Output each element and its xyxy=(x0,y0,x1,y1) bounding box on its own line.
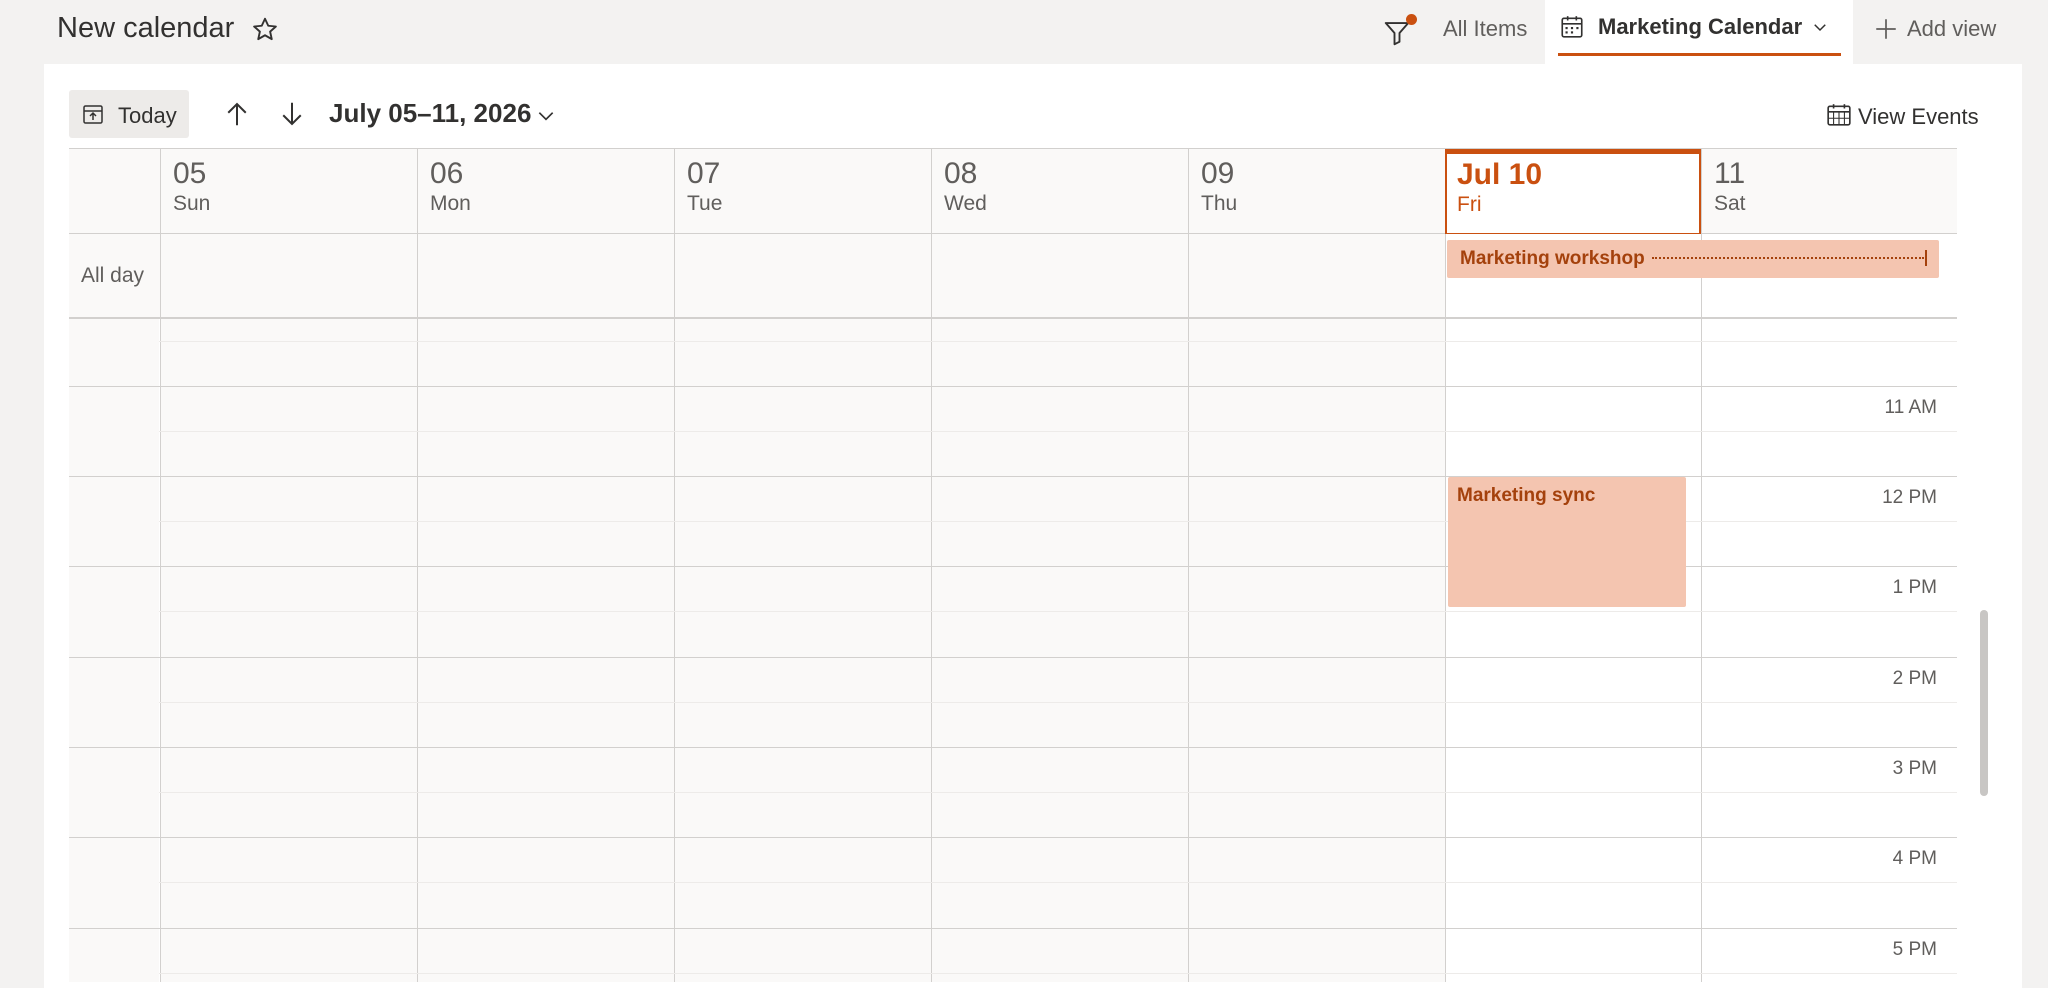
half-hour-line xyxy=(159,521,1957,522)
time-grid: 11 AM 12 PM 1 PM 2 PM 3 PM 4 PM 5 PM Mar… xyxy=(69,319,1957,982)
calendar-icon xyxy=(1827,104,1851,126)
day-name: Fri xyxy=(1457,193,1482,216)
day-header-sun[interactable]: 05 Sun xyxy=(160,149,417,235)
time-label-3pm: 3 PM xyxy=(1892,758,1937,779)
page-title: New calendar xyxy=(57,12,235,44)
event-marketing-sync[interactable]: Marketing sync xyxy=(1448,477,1686,607)
hour-line xyxy=(69,386,1957,387)
calendar-icon xyxy=(1561,16,1583,38)
all-day-row: All day Marketing workshop xyxy=(69,234,1957,319)
add-view-label: Add view xyxy=(1907,16,1997,41)
chevron-down-icon xyxy=(1814,24,1826,32)
favorite-star-icon[interactable] xyxy=(250,15,280,45)
day-header-thu[interactable]: 09 Thu xyxy=(1188,149,1445,235)
time-label-1pm: 1 PM xyxy=(1892,577,1937,598)
all-day-cell[interactable] xyxy=(674,234,931,317)
filter-button[interactable] xyxy=(1382,14,1417,48)
day-number: 08 xyxy=(944,157,978,190)
day-number: 11 xyxy=(1714,157,1746,190)
event-span-line xyxy=(1652,257,1924,259)
day-name: Mon xyxy=(430,192,471,215)
plus-icon xyxy=(1876,19,1896,39)
hour-line xyxy=(69,928,1957,929)
all-day-label: All day xyxy=(81,264,145,287)
all-day-cell[interactable] xyxy=(160,234,417,317)
day-number: 07 xyxy=(687,157,721,190)
day-name: Tue xyxy=(687,192,723,215)
vertical-scrollbar[interactable] xyxy=(1980,610,1988,796)
hour-line xyxy=(69,657,1957,658)
event-end-marker xyxy=(1925,250,1927,266)
all-day-cell[interactable] xyxy=(1188,234,1445,317)
filter-active-dot xyxy=(1406,14,1417,25)
hour-label-column xyxy=(69,319,159,982)
day-header-row: 05 Sun 06 Mon 07 Tue 08 Wed 09 Thu Jul 1… xyxy=(69,148,1957,235)
time-label-4pm: 4 PM xyxy=(1892,848,1937,869)
hour-line xyxy=(69,747,1957,748)
active-tab-indicator xyxy=(1558,53,1841,56)
half-hour-line xyxy=(159,792,1957,793)
all-day-cell[interactable] xyxy=(417,234,674,317)
half-hour-line xyxy=(159,973,1957,974)
day-header-fri-today[interactable]: Jul 10 Fri xyxy=(1445,149,1701,235)
time-label-11am: 11 AM xyxy=(1884,397,1937,418)
day-name: Wed xyxy=(944,192,987,215)
day-header-sat[interactable]: 11 Sat xyxy=(1701,149,1957,235)
half-hour-line xyxy=(159,702,1957,703)
time-label-12pm: 12 PM xyxy=(1882,487,1937,508)
event-title: Marketing sync xyxy=(1457,485,1596,506)
day-header-wed[interactable]: 08 Wed xyxy=(931,149,1188,235)
day-name: Sun xyxy=(173,192,211,215)
day-header-mon[interactable]: 06 Mon xyxy=(417,149,674,235)
view-events-label: View Events xyxy=(1858,104,1979,129)
day-header-tue[interactable]: 07 Tue xyxy=(674,149,931,235)
day-name: Sat xyxy=(1714,192,1746,215)
view-tab-marketing-calendar[interactable]: Marketing Calendar xyxy=(1545,0,1853,64)
top-bar: New calendar All Items Marketing Calenda… xyxy=(0,0,2048,64)
half-hour-line xyxy=(159,882,1957,883)
day-number: 05 xyxy=(173,157,207,190)
event-title: Marketing workshop xyxy=(1460,248,1645,269)
time-label-2pm: 2 PM xyxy=(1892,668,1937,689)
today-button[interactable]: Today xyxy=(69,90,189,138)
arrow-up-icon[interactable] xyxy=(222,99,252,129)
day-number: 06 xyxy=(430,157,464,190)
half-hour-line xyxy=(159,611,1957,612)
week-grid: 05 Sun 06 Mon 07 Tue 08 Wed 09 Thu Jul 1… xyxy=(69,148,1957,982)
calendar-today-icon xyxy=(83,105,103,124)
day-name: Thu xyxy=(1201,192,1238,215)
half-hour-line xyxy=(159,431,1957,432)
event-marketing-workshop[interactable]: Marketing workshop xyxy=(1447,240,1939,278)
all-day-cell[interactable] xyxy=(931,234,1188,317)
view-tab-label: Marketing Calendar xyxy=(1598,14,1803,39)
day-number: 09 xyxy=(1201,157,1235,190)
date-range-picker[interactable]: July 05–11, 2026 xyxy=(329,98,531,129)
view-tab-all-items[interactable]: All Items xyxy=(1443,16,1527,42)
half-hour-line xyxy=(159,341,1957,342)
day-number: Jul 10 xyxy=(1457,158,1543,191)
hour-line xyxy=(69,837,1957,838)
today-label: Today xyxy=(118,103,177,128)
time-label-5pm: 5 PM xyxy=(1892,939,1937,960)
arrow-down-icon[interactable] xyxy=(277,99,307,129)
chevron-down-icon[interactable] xyxy=(536,106,556,126)
